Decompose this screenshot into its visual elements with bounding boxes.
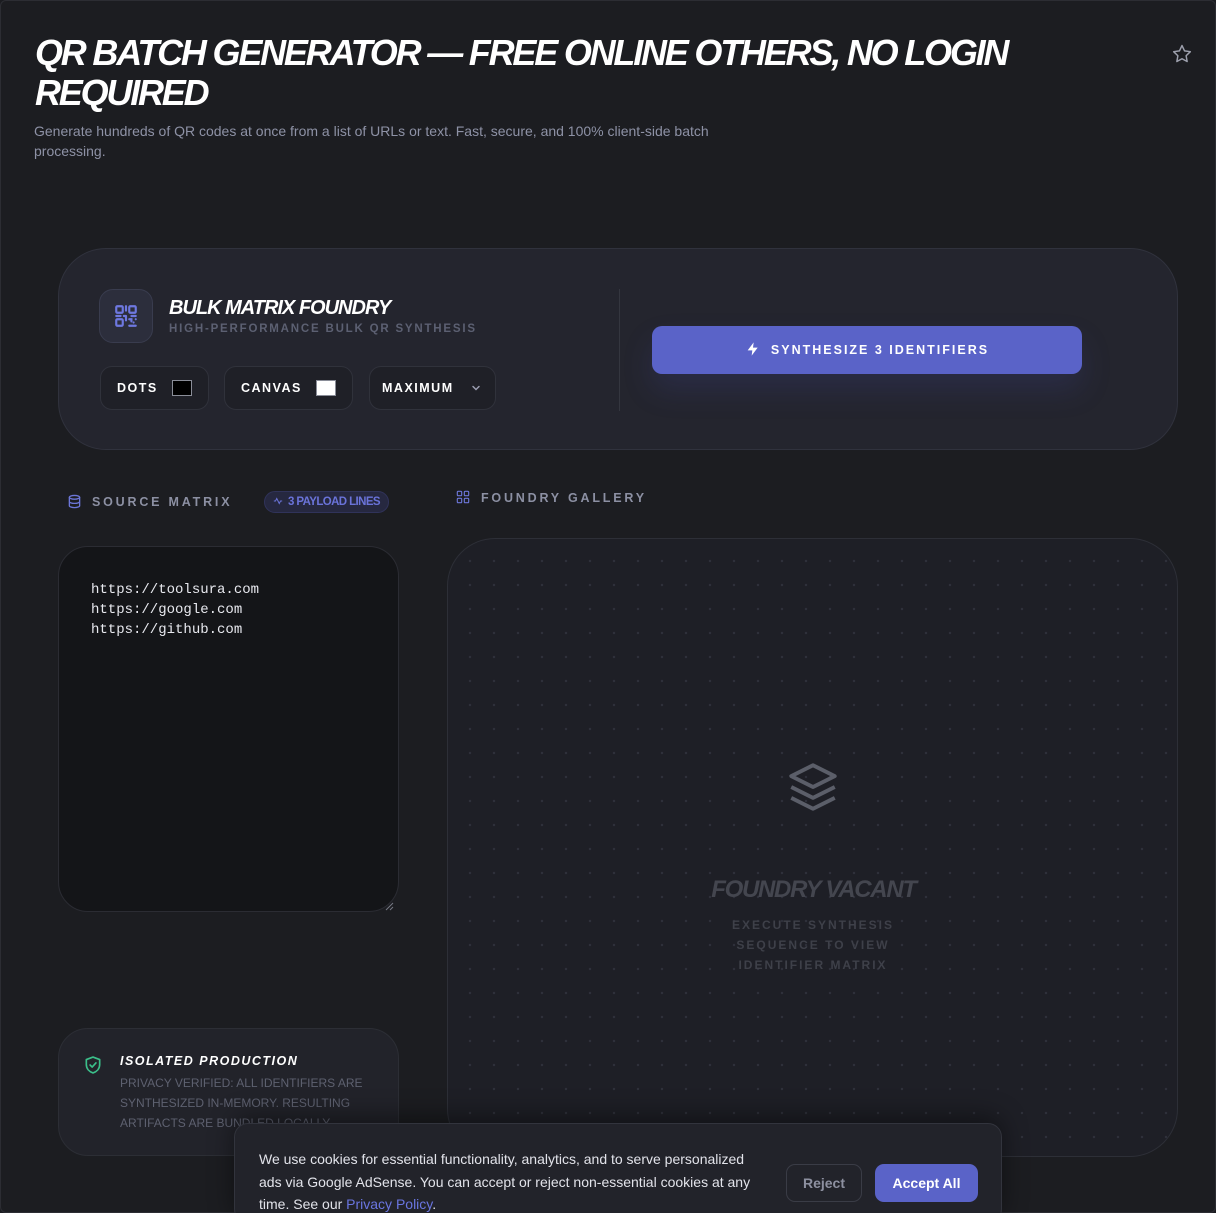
divider: [619, 289, 620, 411]
source-line: https://github.com: [91, 622, 243, 638]
lightning-icon: [745, 341, 761, 360]
star-icon[interactable]: [1171, 43, 1193, 65]
cookie-message: We use cookies for essential functionali…: [259, 1151, 751, 1212]
qr-code-icon: [99, 289, 153, 343]
source-matrix-label: SOURCE MATRIX: [92, 494, 233, 509]
cookie-text: We use cookies for essential functionali…: [259, 1148, 769, 1213]
foundry-gallery-label: FOUNDRY GALLERY: [481, 490, 647, 505]
canvas-label: CANVAS: [241, 381, 302, 395]
payload-count-text: 3 PAYLOAD LINES: [288, 496, 381, 508]
page-subtitle: Generate hundreds of QR codes at once fr…: [34, 123, 709, 159]
empty-state-title: FOUNDRY VACANT: [711, 876, 917, 903]
payload-count-badge: 3 PAYLOAD LINES: [264, 491, 389, 513]
accept-cookies-button[interactable]: Accept All: [875, 1164, 978, 1202]
privacy-title: ISOLATED PRODUCTION: [120, 1054, 299, 1068]
foundry-gallery: FOUNDRY VACANT EXECUTE SYNTHESIS SEQUENC…: [447, 538, 1178, 1157]
canvas-color-picker[interactable]: CANVAS: [224, 366, 353, 410]
cookie-banner: We use cookies for essential functionali…: [234, 1123, 1002, 1213]
foundry-title: BULK MATRIX FOUNDRY: [169, 297, 391, 319]
synthesize-label: SYNTHESIZE 3 IDENTIFIERS: [770, 343, 990, 357]
empty-state-subtitle: EXECUTE SYNTHESIS SEQUENCE TO VIEW IDENT…: [731, 918, 895, 972]
grid-icon: [456, 490, 471, 505]
page: QR BATCH GENERATOR — FREE ONLINE OTHERS,…: [0, 0, 1216, 1213]
foundry-subtitle: HIGH-PERFORMANCE BULK QR SYNTHESIS: [169, 323, 477, 335]
privacy-policy-link[interactable]: Privacy Policy: [346, 1196, 432, 1212]
quality-select[interactable]: MAXIMUM: [369, 366, 496, 410]
chevron-down-icon: [470, 382, 482, 394]
shield-check-icon: [83, 1055, 103, 1075]
foundry-gallery-header: FOUNDRY GALLERY: [456, 490, 647, 505]
layers-icon: [784, 758, 842, 816]
page-title: QR BATCH GENERATOR — FREE ONLINE OTHERS,…: [35, 32, 1009, 113]
activity-icon: [273, 496, 283, 509]
reject-cookies-button[interactable]: Reject: [786, 1164, 862, 1202]
canvas-color-swatch[interactable]: [315, 380, 336, 396]
synthesize-button[interactable]: SYNTHESIZE 3 IDENTIFIERS: [652, 326, 1082, 374]
dots-label: DOTS: [117, 381, 158, 395]
dots-color-picker[interactable]: DOTS: [100, 366, 209, 410]
quality-selected: MAXIMUM: [382, 381, 454, 395]
source-matrix-header: SOURCE MATRIX: [67, 494, 232, 509]
database-icon: [67, 494, 82, 509]
source-input[interactable]: https://toolsura.com https://google.com …: [58, 546, 399, 912]
control-panel: BULK MATRIX FOUNDRY HIGH-PERFORMANCE BUL…: [58, 248, 1178, 450]
resize-handle[interactable]: [385, 898, 394, 911]
dots-color-swatch[interactable]: [171, 380, 192, 396]
source-line: https://toolsura.com: [91, 582, 260, 598]
source-line: https://google.com: [91, 602, 243, 618]
cookie-text-end: .: [432, 1196, 437, 1212]
